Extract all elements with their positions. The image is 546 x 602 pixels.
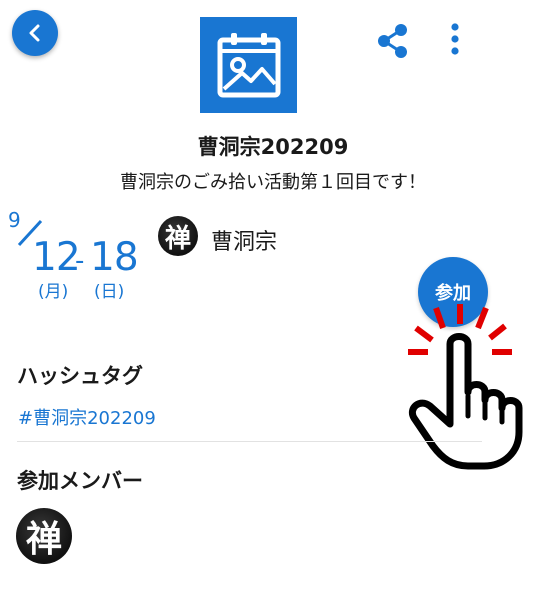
event-image	[200, 17, 297, 113]
date-start-day: 12	[32, 235, 81, 280]
share-icon	[378, 24, 407, 58]
event-description: 曹洞宗のごみ拾い活動第１回目です！	[120, 172, 426, 193]
calendar-image-icon	[217, 33, 280, 98]
organizer-avatar[interactable]: 禅	[158, 216, 198, 256]
back-button[interactable]	[12, 10, 58, 56]
end-weekday: (日)	[94, 282, 125, 302]
section-divider	[17, 441, 482, 442]
more-vertical-icon	[451, 23, 459, 55]
date-end-day: 18	[90, 235, 139, 280]
hashtag-link[interactable]: #曹洞宗202209	[18, 404, 156, 430]
chevron-left-icon	[29, 24, 40, 42]
tap-hand-icon	[408, 304, 523, 470]
share-button[interactable]	[374, 22, 412, 60]
start-weekday: (月)	[38, 282, 69, 302]
date-separator: -	[75, 246, 85, 276]
event-title: 曹洞宗202209	[197, 135, 349, 159]
hashtag-heading: ハッシュタグ	[17, 364, 143, 388]
organizer-name[interactable]: 曹洞宗	[211, 224, 277, 256]
more-options-button[interactable]	[440, 20, 470, 60]
member-avatar[interactable]: 禅	[16, 508, 72, 564]
members-heading: 参加メンバー	[17, 469, 143, 493]
